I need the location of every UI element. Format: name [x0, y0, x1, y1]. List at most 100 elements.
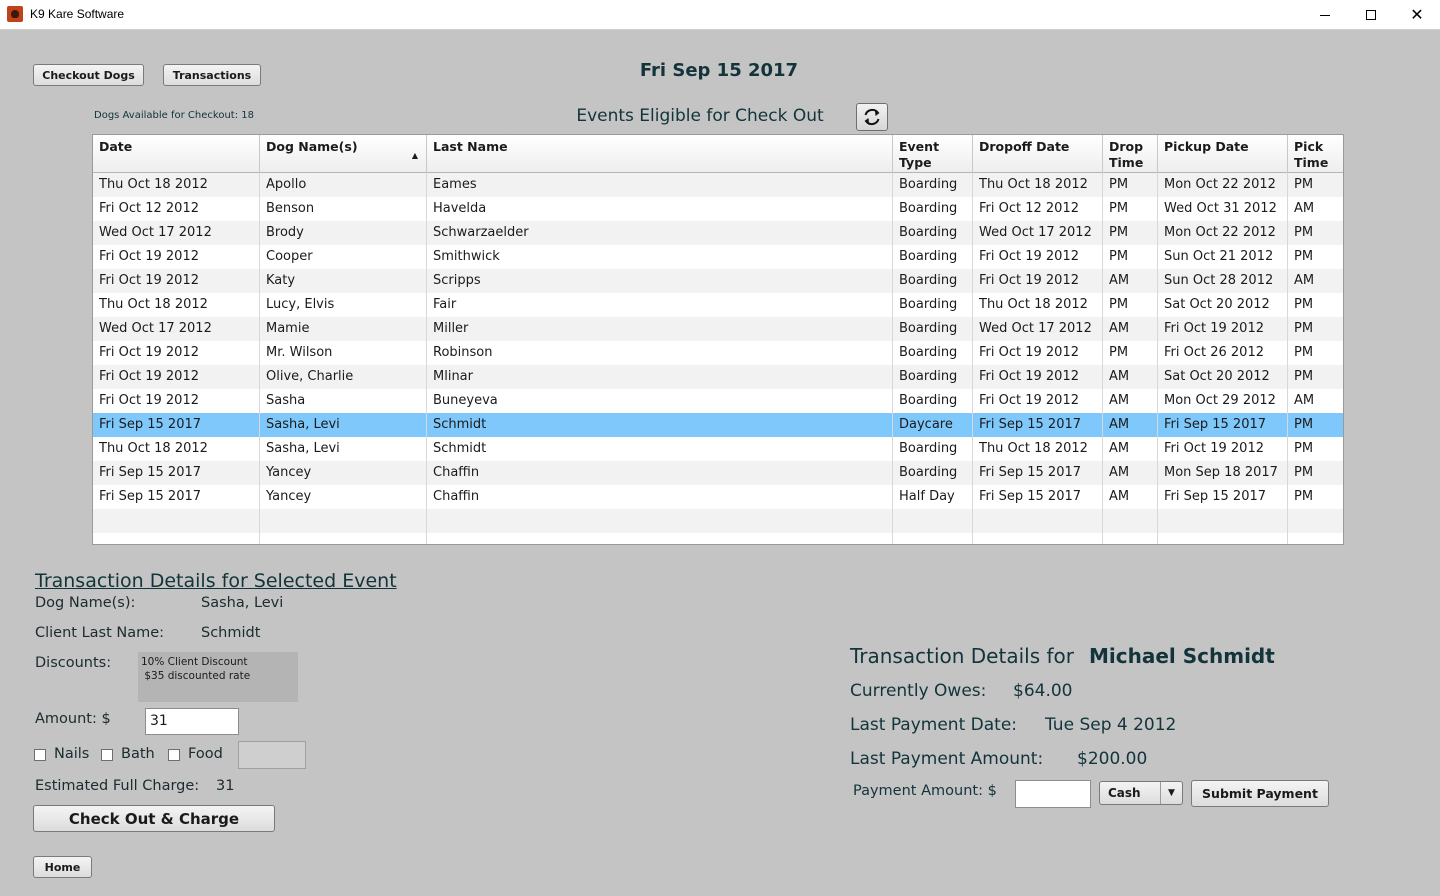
cell-date: Fri Sep 15 2017	[93, 485, 260, 509]
column-header-date[interactable]: Date	[93, 135, 260, 173]
cell-date: Fri Oct 19 2012	[93, 389, 260, 413]
table-row[interactable]: Wed Oct 17 2012 Brody Schwarzaelder Boardin…	[93, 221, 1343, 245]
cell-drop-time: PM	[1103, 293, 1158, 317]
cell-date: Fri Oct 19 2012	[93, 365, 260, 389]
food-label: Food	[188, 746, 223, 762]
checkout-dogs-button[interactable]: Checkout Dogs	[33, 64, 144, 86]
cell-pickup-date	[1158, 509, 1288, 533]
cell-dog-names	[260, 509, 427, 533]
cell-dropoff-date: Fri Oct 19 2012	[973, 389, 1103, 413]
column-header-last-name[interactable]: Last Name	[427, 135, 893, 173]
column-header-dog-names[interactable]: Dog Name(s) ▲	[260, 135, 427, 173]
submit-payment-button[interactable]: Submit Payment	[1191, 780, 1329, 807]
table-row[interactable]: Fri Sep 15 2017 Yancey Chaffin Boarding Fri …	[93, 461, 1343, 485]
table-row[interactable]: Thu Oct 18 2012 Sasha, Levi Schmidt Boardin…	[93, 437, 1343, 461]
table-row[interactable]: Fri Oct 19 2012 Sasha Buneyeva Boarding Fri …	[93, 389, 1343, 413]
cell-pickup-date: Sat Oct 20 2012	[1158, 365, 1288, 389]
cell-drop-time: AM	[1103, 485, 1158, 509]
cell-dropoff-date	[973, 533, 1103, 544]
cell-dog-names: Mr. Wilson	[260, 341, 427, 365]
sort-ascending-icon: ▲	[411, 151, 418, 160]
table-row[interactable]: Fri Oct 19 2012 Olive, Charlie Mlinar Board…	[93, 365, 1343, 389]
amount-input[interactable]: 31	[145, 708, 239, 735]
cell-event-type: Boarding	[893, 269, 973, 293]
cell-pickup-date: Sat Oct 20 2012	[1158, 293, 1288, 317]
cell-last-name: Chaffin	[427, 485, 893, 509]
cell-event-type	[893, 509, 973, 533]
cell-last-name: Schmidt	[427, 437, 893, 461]
table-row[interactable]: Wed Oct 17 2012 Mamie Miller Boarding Wed Oc…	[93, 317, 1343, 341]
cell-date: Fri Oct 12 2012	[93, 197, 260, 221]
nails-checkbox[interactable]	[34, 749, 46, 761]
dog-names-value: Sasha, Levi	[201, 595, 284, 611]
transactions-button[interactable]: Transactions	[163, 64, 261, 86]
column-header-dropoff-date[interactable]: Dropoff Date	[973, 135, 1103, 173]
client-name: Michael Schmidt	[1089, 644, 1275, 668]
column-header-label: Dropoff Date	[979, 139, 1070, 154]
column-header-drop-time[interactable]: Drop Time	[1103, 135, 1158, 173]
cell-dropoff-date: Fri Oct 19 2012	[973, 269, 1103, 293]
table-row[interactable]: Fri Oct 12 2012 Benson Havelda Boarding Fri …	[93, 197, 1343, 221]
food-checkbox[interactable]	[168, 749, 180, 761]
cell-drop-time: AM	[1103, 317, 1158, 341]
payment-amount-input[interactable]	[1015, 780, 1091, 808]
cell-event-type: Boarding	[893, 437, 973, 461]
payment-method-select[interactable]: Cash ▼	[1099, 781, 1183, 805]
cell-pick-time: AM	[1294, 201, 1315, 216]
cell-pick-time: PM	[1294, 177, 1314, 192]
check-out-charge-button[interactable]: Check Out & Charge	[33, 805, 275, 832]
cell-pickup-date: Wed Oct 31 2012	[1158, 197, 1288, 221]
cell-dropoff-date: Fri Oct 12 2012	[973, 197, 1103, 221]
window-title: K9 Kare Software	[30, 7, 125, 21]
client-transaction-title: Transaction Details for	[850, 644, 1074, 668]
maximize-button[interactable]	[1348, 0, 1394, 30]
table-row[interactable]: Fri Oct 19 2012 Cooper Smithwick Boarding Fr…	[93, 245, 1343, 269]
cell-date: Fri Sep 15 2017	[93, 413, 260, 437]
cell-dog-names: Yancey	[260, 485, 427, 509]
close-button[interactable]: ✕	[1394, 0, 1440, 30]
cell-dog-names: Apollo	[260, 173, 427, 197]
column-header-event-type[interactable]: Event Type	[893, 135, 973, 173]
table-row[interactable]	[93, 533, 1343, 544]
cell-dog-names: Lucy, Elvis	[260, 293, 427, 317]
cell-last-name: Schmidt	[427, 413, 893, 437]
cell-dropoff-date: Fri Oct 19 2012	[973, 341, 1103, 365]
cell-event-type: Daycare	[893, 413, 973, 437]
cell-pick-time: AM	[1294, 393, 1315, 408]
cell-pickup-date: Sun Oct 21 2012	[1158, 245, 1288, 269]
cell-pick-time: AM	[1294, 273, 1315, 288]
table-row[interactable]: Fri Sep 15 2017 Yancey Chaffin Half Day Fri …	[93, 485, 1343, 509]
table-row[interactable]: Fri Oct 19 2012 Mr. Wilson Robinson Boardin…	[93, 341, 1343, 365]
cell-pick-time	[1288, 509, 1343, 533]
table-row[interactable]: Thu Oct 18 2012 Apollo Eames Boarding Thu Oc…	[93, 173, 1343, 197]
payment-amount-label: Payment Amount: $	[853, 783, 997, 799]
cell-dropoff-date: Fri Sep 15 2017	[973, 461, 1103, 485]
cell-last-name: Eames	[427, 173, 893, 197]
discounts-list: 10% Client Discount $35 discounted rate	[138, 652, 298, 702]
cell-drop-time: PM	[1103, 245, 1158, 269]
cell-event-type: Boarding	[893, 365, 973, 389]
payment-method-value: Cash	[1108, 786, 1141, 800]
home-button[interactable]: Home	[33, 856, 92, 878]
column-header-pickup-date[interactable]: Pickup Date	[1158, 135, 1288, 173]
table-row[interactable]: Fri Sep 15 2017 Sasha, Levi Schmidt Daycare…	[93, 413, 1343, 437]
title-bar: K9 Kare Software ✕	[0, 0, 1440, 30]
cell-dog-names: Katy	[260, 269, 427, 293]
bath-checkbox[interactable]	[101, 749, 113, 761]
cell-pickup-date: Sun Oct 28 2012	[1158, 269, 1288, 293]
dogs-available-count: Dogs Available for Checkout: 18	[94, 110, 254, 121]
minimize-button[interactable]	[1302, 0, 1348, 30]
column-header-pick-time[interactable]: Pick Time	[1288, 135, 1343, 173]
table-row[interactable]: Thu Oct 18 2012 Lucy, Elvis Fair Boarding Th…	[93, 293, 1343, 317]
cell-pick-time: PM	[1294, 297, 1314, 312]
last-payment-amount-value: $200.00	[1077, 749, 1148, 769]
table-row[interactable]	[93, 509, 1343, 533]
cell-date: Thu Oct 18 2012	[93, 173, 260, 197]
cell-dog-names: Brody	[260, 221, 427, 245]
cell-drop-time: PM	[1103, 173, 1158, 197]
cell-pick-time: PM	[1294, 249, 1314, 264]
cell-pickup-date: Fri Sep 15 2017	[1158, 485, 1288, 509]
table-row[interactable]: Fri Oct 19 2012 Katy Scripps Boarding Fri Oc…	[93, 269, 1343, 293]
refresh-button[interactable]	[856, 103, 888, 131]
food-amount-input[interactable]	[238, 741, 306, 769]
